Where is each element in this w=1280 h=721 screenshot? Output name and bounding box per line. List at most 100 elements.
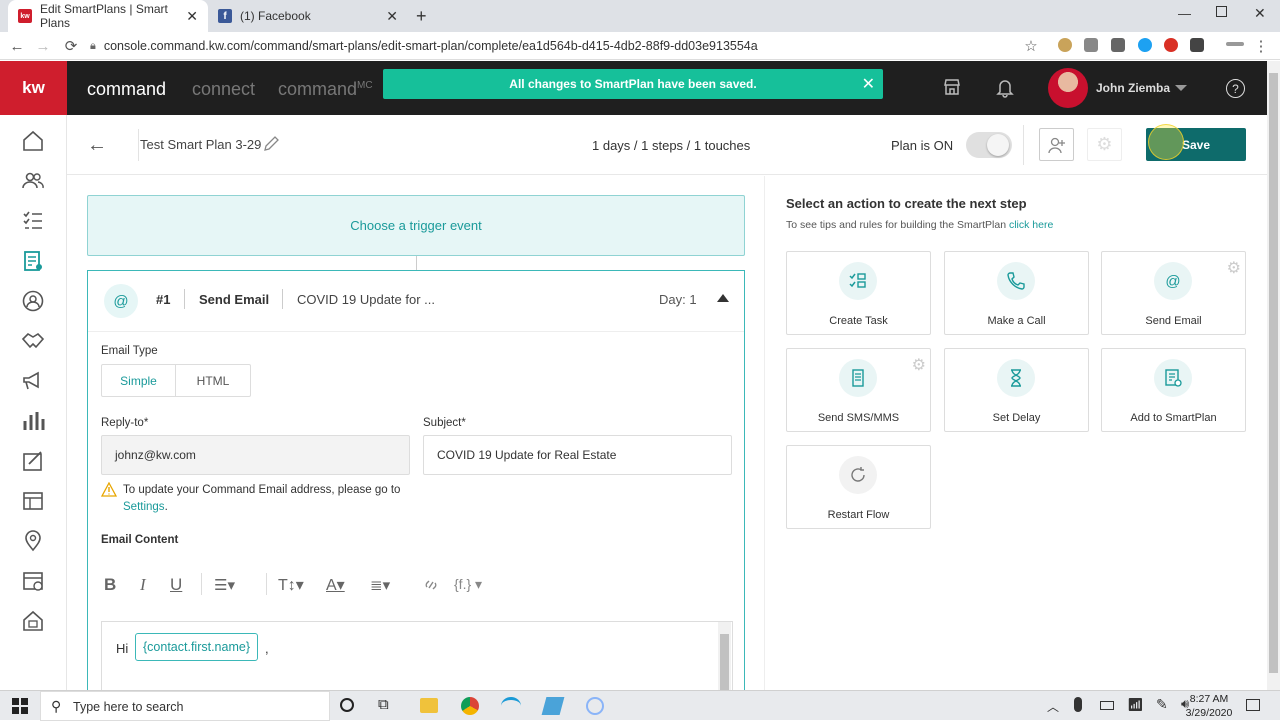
settings-link[interactable]: Settings — [123, 501, 165, 513]
maximize-window-icon[interactable] — [1216, 6, 1227, 17]
plan-toggle[interactable] — [966, 132, 1012, 158]
action-restart-flow[interactable]: Restart Flow — [786, 445, 931, 529]
sidebar-profile-icon[interactable] — [21, 289, 45, 313]
facebook-extension-icon[interactable] — [1190, 38, 1204, 52]
collapse-chevron-icon[interactable] — [717, 294, 729, 302]
wifi-app-icon[interactable] — [501, 697, 521, 715]
kw-logo[interactable]: kw — [0, 61, 67, 115]
battery-icon[interactable] — [1100, 701, 1114, 710]
browser-menu-icon[interactable]: ⋮ — [1252, 37, 1270, 55]
camera-extension-icon[interactable] — [1084, 38, 1098, 52]
pen-icon[interactable]: ✎ — [1156, 696, 1168, 713]
italic-icon[interactable]: I — [140, 575, 146, 595]
plan-name[interactable]: Test Smart Plan 3-29 — [140, 137, 261, 152]
action-send-sms[interactable]: ⚙ Send SMS/MMS — [786, 348, 931, 432]
cortana-icon[interactable] — [340, 698, 354, 712]
sidebar-tasks-icon[interactable] — [21, 209, 45, 233]
sidebar-calendar-icon[interactable] — [21, 569, 45, 593]
notification-center-icon[interactable] — [1246, 699, 1260, 711]
email-type-simple[interactable]: Simple — [101, 364, 176, 397]
sidebar-deals-icon[interactable] — [21, 329, 45, 353]
plan-settings-button[interactable]: ⚙ — [1087, 128, 1122, 161]
underline-icon[interactable]: U — [170, 575, 182, 595]
reload-icon[interactable]: ⟳ — [62, 37, 80, 55]
browser-tab-smartplans[interactable]: kw Edit SmartPlans | Smart Plans ✕ — [8, 0, 208, 32]
merge-field-token[interactable]: {contact.first.name} — [135, 633, 259, 661]
close-toast-icon[interactable]: ✕ — [862, 74, 875, 94]
sidebar-opportunities-icon[interactable] — [21, 609, 45, 633]
network-icon[interactable]: 📶︎ — [1127, 697, 1144, 713]
bold-icon[interactable]: B — [104, 575, 116, 595]
link-icon[interactable] — [422, 578, 440, 592]
sidebar-contacts-icon[interactable] — [21, 169, 45, 193]
new-tab-button[interactable]: + — [416, 6, 427, 27]
extension-icon[interactable] — [1111, 38, 1125, 52]
sidebar-smartplans-icon[interactable] — [21, 249, 45, 273]
trigger-event-box[interactable]: Choose a trigger event — [87, 195, 745, 256]
chrome-icon[interactable] — [461, 697, 479, 715]
avatar[interactable] — [1048, 68, 1088, 108]
chevron-down-icon[interactable] — [1175, 85, 1187, 91]
store-icon[interactable] — [943, 78, 961, 96]
taskbar-time[interactable]: 8:27 AM — [1186, 693, 1232, 705]
task-view-icon[interactable]: ⧉ — [378, 696, 389, 713]
action-make-a-call[interactable]: Make a Call — [944, 251, 1089, 335]
click-here-link[interactable]: click here — [1009, 219, 1053, 231]
sidebar-home-icon[interactable] — [21, 129, 45, 153]
app-icon[interactable] — [586, 697, 604, 715]
share-plan-button[interactable] — [1039, 128, 1074, 161]
list-dropdown-icon[interactable]: ☰▾ — [214, 576, 235, 594]
nav-command[interactable]: command — [87, 79, 166, 100]
action-add-to-smartplan[interactable]: Add to SmartPlan — [1101, 348, 1246, 432]
font-size-dropdown-icon[interactable]: T↕▾ — [278, 575, 304, 595]
sidebar-marketing-icon[interactable] — [21, 369, 45, 393]
font-color-dropdown-icon[interactable]: A▾ — [326, 575, 345, 595]
merge-field-dropdown-icon[interactable]: {f.} ▾ — [454, 576, 482, 593]
sidebar-listings-icon[interactable] — [21, 489, 45, 513]
skype-extension-icon[interactable] — [1138, 38, 1152, 52]
help-icon[interactable]: ? — [1226, 79, 1245, 98]
page-scrollbar[interactable] — [1267, 61, 1280, 690]
browser-tab-facebook[interactable]: f (1) Facebook ✕ — [208, 0, 408, 32]
email-type-html[interactable]: HTML — [176, 364, 251, 397]
forward-icon[interactable]: → — [34, 37, 52, 55]
action-send-email[interactable]: @ ⚙ Send Email — [1101, 251, 1246, 335]
align-dropdown-icon[interactable]: ≣▾ — [370, 576, 390, 594]
app-icon[interactable] — [541, 697, 565, 715]
subject-field[interactable]: COVID 19 Update for Real Estate — [423, 435, 732, 475]
taskbar-search-box[interactable]: ⚲ Type here to search — [40, 691, 330, 721]
close-window-icon[interactable]: ✕ — [1254, 5, 1266, 22]
user-name[interactable]: John Ziemba — [1096, 81, 1170, 95]
taskbar-date[interactable]: 3/29/2020 — [1182, 707, 1236, 719]
extension-icon[interactable] — [1164, 38, 1178, 52]
sidebar-map-icon[interactable] — [21, 529, 45, 553]
warning-icon — [101, 482, 117, 497]
nav-connect[interactable]: connect — [192, 79, 255, 100]
page-scroll-thumb[interactable] — [1269, 73, 1278, 673]
profile-icon[interactable] — [1226, 42, 1244, 46]
tray-chevron-icon[interactable]: ︿ — [1047, 698, 1059, 715]
back-icon[interactable]: ← — [8, 37, 26, 55]
close-tab-icon[interactable]: ✕ — [386, 8, 398, 25]
email-content-label: Email Content — [101, 534, 179, 546]
gear-icon[interactable]: ⚙ — [912, 355, 926, 375]
microphone-icon[interactable] — [1074, 697, 1082, 712]
action-set-delay[interactable]: Set Delay — [944, 348, 1089, 432]
sidebar-reports-icon[interactable] — [21, 409, 45, 433]
reply-to-field[interactable]: johnz@kw.com — [101, 435, 410, 475]
nav-command-mc[interactable]: commandMC — [278, 79, 373, 100]
bookmark-star-icon[interactable]: ☆ — [1022, 37, 1040, 55]
minimize-window-icon[interactable]: — — [1178, 6, 1191, 21]
sidebar-designs-icon[interactable] — [21, 449, 45, 473]
back-arrow-icon[interactable]: ← — [87, 134, 107, 157]
editor-scroll-thumb[interactable] — [720, 634, 729, 694]
gear-icon[interactable]: ⚙ — [1227, 258, 1241, 278]
extension-icon[interactable] — [1058, 38, 1072, 52]
url-field[interactable]: 🔒︎ console.command.kw.com/command/smart-… — [90, 35, 1050, 57]
file-explorer-icon[interactable] — [420, 698, 438, 713]
pencil-edit-icon[interactable] — [262, 135, 280, 153]
action-create-task[interactable]: Create Task — [786, 251, 931, 335]
close-tab-icon[interactable]: ✕ — [186, 8, 198, 25]
notification-bell-icon[interactable] — [996, 78, 1014, 98]
windows-start-icon[interactable] — [12, 698, 28, 714]
